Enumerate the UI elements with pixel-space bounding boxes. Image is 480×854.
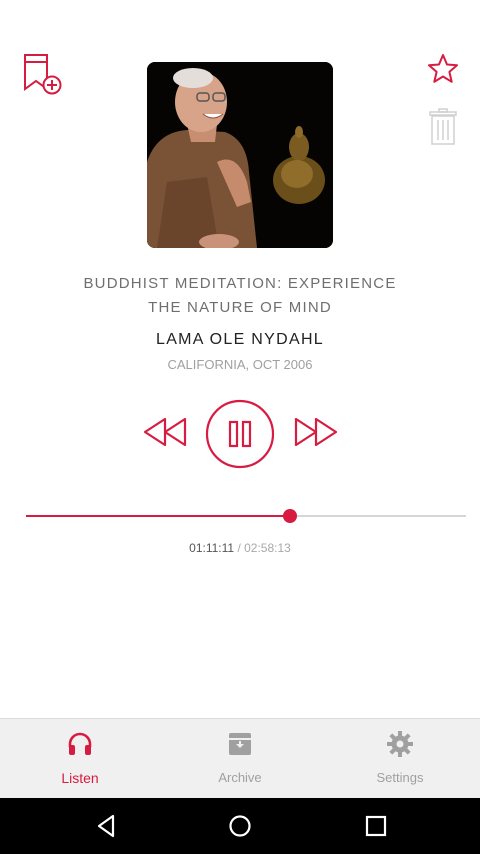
playback-time: 01:11:11 / 02:58:13 bbox=[40, 541, 440, 555]
recording-location: CALIFORNIA, OCT 2006 bbox=[167, 357, 313, 372]
delete-button[interactable] bbox=[428, 108, 458, 146]
seek-progress bbox=[26, 515, 290, 517]
trash-icon bbox=[429, 108, 457, 145]
tab-settings[interactable]: Settings bbox=[320, 719, 480, 799]
headphones-icon bbox=[68, 732, 92, 755]
favorite-button[interactable] bbox=[427, 53, 459, 85]
recents-icon[interactable] bbox=[364, 812, 388, 840]
seek-bar[interactable] bbox=[26, 506, 466, 526]
seek-thumb[interactable] bbox=[283, 509, 297, 523]
tab-archive-label: Archive bbox=[218, 770, 262, 785]
fast-forward-button[interactable] bbox=[292, 414, 338, 450]
home-icon[interactable] bbox=[228, 812, 252, 840]
add-bookmark-button[interactable] bbox=[22, 52, 64, 96]
star-icon bbox=[428, 54, 458, 83]
tab-listen[interactable]: Listen bbox=[0, 719, 160, 799]
tab-archive[interactable]: Archive bbox=[160, 719, 320, 799]
track-title-line-1: BUDDHIST MEDITATION: EXPERIENCE bbox=[83, 275, 397, 292]
pause-button[interactable] bbox=[205, 399, 275, 469]
tab-listen-label: Listen bbox=[61, 770, 99, 786]
pause-icon bbox=[205, 399, 275, 469]
bottom-tab-bar: Listen Archive Settings bbox=[0, 718, 480, 799]
system-navigation-bar bbox=[0, 798, 480, 854]
gear-icon bbox=[387, 731, 413, 757]
elapsed-time: 01:11:11 bbox=[189, 541, 235, 555]
rewind-button[interactable] bbox=[143, 414, 189, 450]
speaker-photo bbox=[147, 62, 333, 248]
total-time: 02:58:13 bbox=[244, 541, 291, 555]
rewind-icon bbox=[143, 417, 187, 447]
bookmark-add-icon bbox=[24, 54, 62, 95]
album-art bbox=[147, 62, 333, 248]
track-title-line-2: THE NATURE OF MIND bbox=[148, 299, 332, 316]
archive-icon bbox=[229, 733, 251, 755]
time-separator: / bbox=[237, 541, 241, 555]
tab-settings-label: Settings bbox=[376, 770, 424, 785]
artist-name: LAMA OLE NYDAHL bbox=[156, 331, 324, 348]
back-icon[interactable] bbox=[94, 812, 118, 840]
fast-forward-icon bbox=[294, 417, 338, 447]
